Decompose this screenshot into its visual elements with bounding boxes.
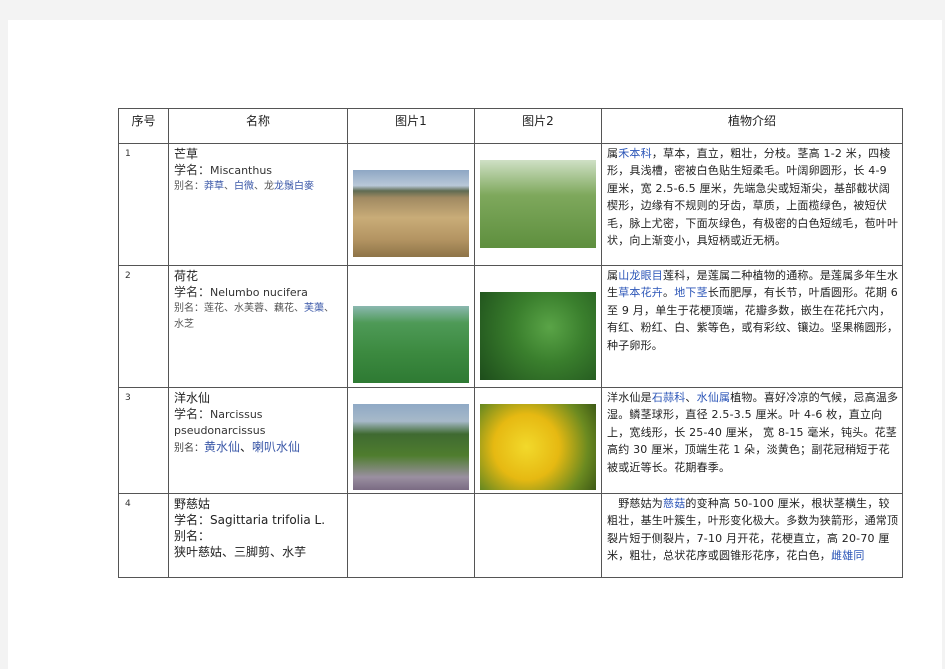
photo-miscanthus-closeup xyxy=(480,160,596,248)
description-link[interactable]: 山龙眼目 xyxy=(618,269,663,282)
row-index: 1 xyxy=(125,149,131,159)
description-text: 属 xyxy=(607,147,619,160)
alias-item: 藕花 xyxy=(274,303,294,314)
plant-name: 野慈姑 xyxy=(174,497,211,511)
photo-daffodil-flowers xyxy=(480,404,596,490)
plant-description: 洋水仙是石蒜科、水仙属植物。喜好冷凉的气候，忌高温多湿。鳞茎球形，直径 2.5-… xyxy=(602,388,902,476)
sci-label: 学名： xyxy=(174,163,211,177)
photo-daffodil-garden xyxy=(353,404,469,490)
alias-item: 莲花 xyxy=(204,303,224,314)
description-text: 、 xyxy=(685,391,697,404)
table-row: 2 荷花 学名：Nelumbo nucifera 别名：莲花、水芙蓉、藕花、芙蕖… xyxy=(118,265,903,388)
alias-item: 水芝 xyxy=(174,319,194,330)
table-row: 4 野慈姑 学名：Sagittaria trifolia L. 别名： 狭叶慈姑… xyxy=(118,493,903,578)
sci-label: 学名： xyxy=(174,407,211,421)
alias-item[interactable]: 芙蕖 xyxy=(304,303,324,314)
header-description: 植物介绍 xyxy=(601,108,903,144)
description-link[interactable]: 地下茎 xyxy=(674,286,708,299)
plant-table: 序号 名称 图片1 图片2 植物介绍 1 芒草 学名：Miscanthus 别名… xyxy=(118,108,903,578)
header-image-1: 图片1 xyxy=(347,108,475,144)
photo-miscanthus-field xyxy=(353,170,469,257)
description-link[interactable]: 草本花卉 xyxy=(618,286,663,299)
plant-name: 洋水仙 xyxy=(174,391,211,405)
photo-lotus-flower xyxy=(480,292,596,380)
photo-lotus-pond xyxy=(353,306,469,383)
plant-description: 野慈姑为慈菇的变种高 50-100 厘米，根状茎横生，较粗壮，基生叶簇生，叶形变… xyxy=(602,494,902,565)
alias-label: 别名： xyxy=(174,443,204,454)
table-row: 3 洋水仙 学名：Narcissus pseudonarcissus 别名：黄水… xyxy=(118,387,903,494)
sci-name: Nelumbo nucifera xyxy=(210,286,308,299)
description-link[interactable]: 水仙属 xyxy=(697,391,731,404)
table-header-row: 序号 名称 图片1 图片2 植物介绍 xyxy=(118,108,903,144)
alias-item: 三脚剪 xyxy=(234,545,271,559)
sci-name: Sagittaria trifolia L. xyxy=(210,513,326,527)
description-link[interactable]: 雌雄同 xyxy=(831,549,865,562)
description-text: 野慈姑为 xyxy=(607,497,663,510)
alias-item: 水芙蓉 xyxy=(234,303,264,314)
header-image-2: 图片2 xyxy=(474,108,602,144)
sci-label: 学名： xyxy=(174,513,211,527)
description-text: 。 xyxy=(663,286,675,300)
alias-label: 别名： xyxy=(174,303,204,314)
description-link[interactable]: 石蒜科 xyxy=(652,391,686,404)
alias-item[interactable]: 白微 xyxy=(234,181,254,192)
alias-item[interactable]: 龙鬚白麥 xyxy=(274,181,314,192)
plant-name: 芒草 xyxy=(174,147,199,161)
plant-name: 荷花 xyxy=(174,269,199,283)
row-index: 4 xyxy=(125,499,131,509)
description-text: ，草本，直立，粗壮，分枝。茎高 1-2 米，四棱形，具浅槽，密被白色贴生短柔毛。… xyxy=(607,147,899,248)
plant-description: 属禾本科，草本，直立，粗壮，分枝。茎高 1-2 米，四棱形，具浅槽，密被白色贴生… xyxy=(602,144,902,249)
sci-name: Miscanthus xyxy=(210,164,273,177)
alias-item[interactable]: 黄水仙 xyxy=(204,440,240,454)
sci-label: 学名： xyxy=(174,285,211,299)
header-index: 序号 xyxy=(118,108,169,144)
header-name: 名称 xyxy=(168,108,348,144)
row-index: 3 xyxy=(125,393,131,403)
description-link[interactable]: 慈菇 xyxy=(663,497,685,510)
alias-item[interactable]: 喇叭水仙 xyxy=(252,440,300,454)
alias-item: 狭叶慈姑 xyxy=(174,545,223,559)
description-text: 属 xyxy=(607,269,619,282)
alias-item[interactable]: 莽草 xyxy=(204,181,224,192)
row-index: 2 xyxy=(125,271,131,281)
table-row: 1 芒草 学名：Miscanthus 别名：莽草、白微、龙龙鬚白麥 属禾本科，草… xyxy=(118,143,903,266)
description-text: 洋水仙是 xyxy=(607,391,652,404)
description-link[interactable]: 禾本科 xyxy=(618,147,652,160)
alias-item: 水芋 xyxy=(282,545,307,559)
plant-description: 属山龙眼目莲科，是莲属二种植物的通称。是莲属多年生水生草本花卉。地下茎长而肥厚，… xyxy=(602,266,902,354)
alias-label: 别名： xyxy=(174,529,211,543)
alias-label: 别名： xyxy=(174,181,204,192)
